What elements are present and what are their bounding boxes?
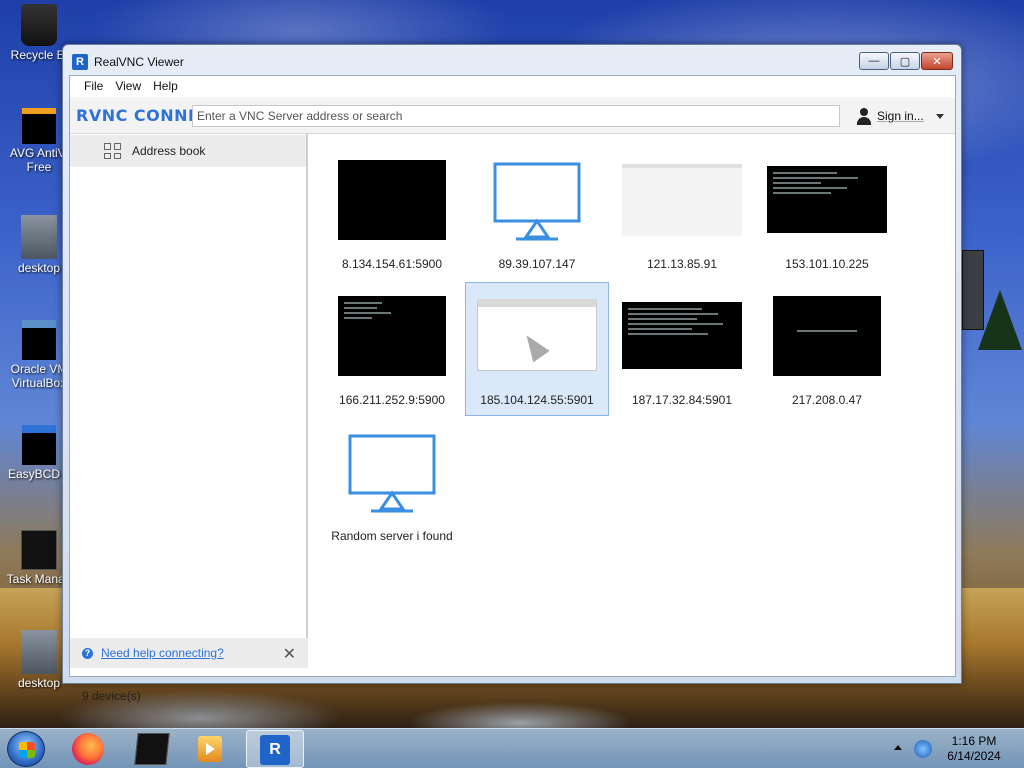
monitor-icon	[493, 162, 581, 241]
device-tile[interactable]: 121.13.85.91	[610, 147, 754, 281]
menu-file[interactable]: File	[78, 79, 109, 93]
sidebar-item-label: Address book	[132, 144, 206, 158]
window-controls: — ▢ ✕	[859, 52, 953, 70]
close-button[interactable]: ✕	[921, 52, 953, 70]
task-manager-icon	[21, 530, 57, 570]
menu-bar: File View Help	[70, 76, 955, 96]
toolbar: RVNC CONNECT Sign in...	[70, 97, 955, 134]
sidebar: Address book	[70, 134, 308, 639]
realvnc-window: R RealVNC Viewer — ▢ ✕ File View Help RV…	[62, 44, 962, 703]
sidebar-item-address-book[interactable]: Address book	[70, 135, 306, 167]
menu-view[interactable]: View	[109, 79, 147, 93]
search-input[interactable]	[192, 105, 840, 127]
user-icon	[855, 107, 873, 125]
avg-icon	[22, 108, 56, 144]
maximize-button[interactable]: ▢	[890, 52, 920, 70]
virtualbox-icon	[22, 320, 56, 360]
monitor-icon	[348, 434, 436, 513]
device-thumbnail	[338, 160, 446, 240]
device-thumbnail	[622, 302, 742, 369]
easybcd-icon	[22, 425, 56, 465]
window-content: File View Help RVNC CONNECT Sign in... A…	[69, 75, 956, 703]
title-bar[interactable]: R RealVNC Viewer — ▢ ✕	[63, 45, 961, 75]
address-book-icon	[104, 143, 122, 159]
device-grid: 8.134.154.61:5900 89.39.107.147 121.13.8…	[310, 134, 955, 639]
realvnc-icon: R	[260, 735, 290, 765]
recycle-bin-icon	[21, 4, 57, 46]
cursor-icon	[518, 329, 550, 363]
window-title: RealVNC Viewer	[94, 55, 184, 69]
chevron-down-icon	[935, 113, 944, 119]
realvnc-taskbar-button[interactable]: R	[246, 730, 304, 768]
pine-tree	[978, 290, 1022, 350]
realvnc-app-icon: R	[72, 54, 88, 70]
start-button[interactable]	[7, 731, 45, 767]
device-thumbnail	[773, 296, 881, 376]
help-icon: ?	[82, 647, 93, 659]
task-manager-taskbar-icon[interactable]	[134, 733, 170, 765]
device-label: 217.208.0.47	[791, 393, 863, 407]
network-icon[interactable]	[914, 740, 932, 758]
sign-in-button[interactable]: Sign in...	[855, 105, 944, 127]
clock-time: 1:16 PM	[951, 734, 997, 748]
device-label: 166.211.252.9:5900	[339, 393, 445, 407]
device-label: 153.101.10.225	[785, 257, 869, 271]
sign-in-label: Sign in...	[877, 109, 924, 123]
media-player-icon[interactable]	[198, 736, 222, 762]
menu-help[interactable]: Help	[147, 79, 184, 93]
need-help-link[interactable]: Need help connecting?	[101, 646, 224, 660]
device-thumbnail	[477, 299, 597, 371]
tray-expand-icon[interactable]	[894, 745, 902, 750]
device-thumbnail	[338, 296, 446, 376]
device-tile[interactable]: 166.211.252.9:5900	[320, 283, 464, 417]
document-icon	[21, 215, 57, 259]
clock[interactable]: 1:16 PM 6/14/2024	[936, 734, 1012, 764]
device-tile[interactable]: 153.101.10.225	[755, 147, 899, 281]
clock-date: 6/14/2024	[947, 749, 1001, 763]
help-close-icon[interactable]: ✕	[283, 644, 296, 664]
device-count-status: 9 device(s)	[82, 689, 141, 703]
windows-logo-icon	[19, 742, 35, 758]
device-label: 121.13.85.91	[646, 257, 718, 271]
help-bar: ? Need help connecting? ✕	[70, 638, 308, 668]
device-tile-selected[interactable]: 185.104.124.55:5901	[465, 282, 609, 416]
device-label: 187.17.32.84:5901	[631, 393, 733, 407]
minimize-button[interactable]: —	[859, 52, 889, 70]
document-icon	[21, 630, 57, 674]
device-label: Random server i found	[331, 529, 453, 543]
device-label: 89.39.107.147	[498, 257, 576, 271]
device-tile[interactable]: 187.17.32.84:5901	[610, 283, 754, 417]
device-tile[interactable]: 89.39.107.147	[465, 147, 609, 281]
device-thumbnail	[767, 166, 887, 233]
device-thumbnail	[622, 164, 742, 236]
device-label: 185.104.124.55:5901	[480, 393, 594, 407]
taskbar: R 1:16 PM 6/14/2024	[0, 728, 1024, 768]
device-tile[interactable]: 217.208.0.47	[755, 283, 899, 417]
firefox-icon[interactable]	[72, 733, 104, 765]
device-label: 8.134.154.61:5900	[341, 257, 443, 271]
device-tile[interactable]: 8.134.154.61:5900	[320, 147, 464, 281]
device-tile[interactable]: Random server i found	[320, 419, 464, 553]
